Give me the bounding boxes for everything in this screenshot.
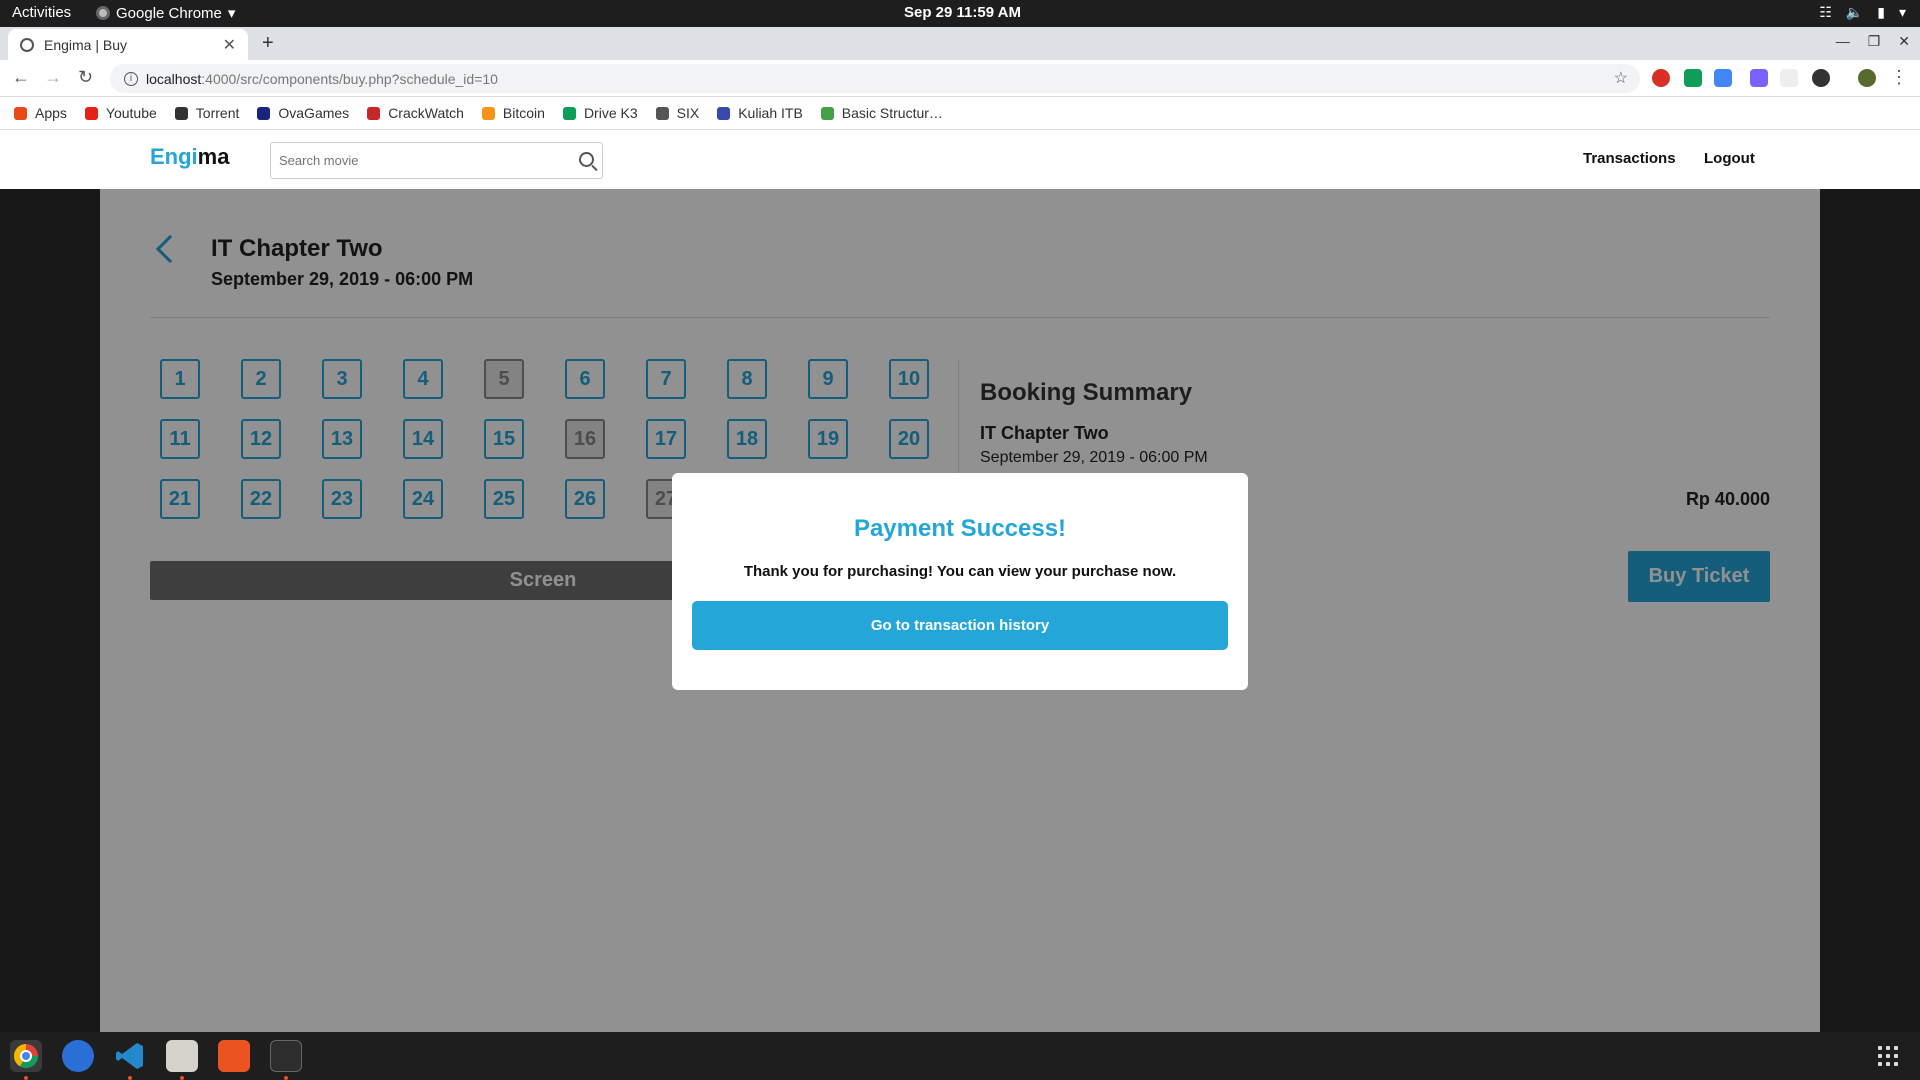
vscode-dock-icon[interactable] (114, 1040, 146, 1072)
chrome-icon (96, 6, 110, 20)
blank-extension-icon[interactable] (1780, 69, 1798, 87)
browser-tab[interactable]: Engima | Buy ✕ (8, 29, 248, 60)
bookmark-star-icon[interactable]: ☆ (1614, 68, 1628, 88)
chevron-down-icon: ▾ (1898, 4, 1906, 20)
bookmark-label: Bitcoin (502, 105, 545, 121)
adblock-extension-icon[interactable] (1652, 69, 1670, 87)
restore-icon[interactable]: ❐ (1868, 33, 1881, 50)
bookmark-label: OvaGames (278, 105, 350, 121)
browser-toolbar: ← → ↻ i localhost:4000/src/components/bu… (0, 60, 1920, 97)
bitcoin-icon (481, 106, 495, 120)
search-input[interactable] (271, 143, 561, 178)
bookmark-bitcoin[interactable]: Bitcoin (481, 105, 545, 121)
ovagames-icon (257, 106, 271, 120)
address-bar[interactable]: i localhost:4000/src/components/buy.php?… (110, 64, 1640, 93)
files-dock-icon[interactable] (166, 1040, 198, 1072)
volume-icon: 🔈 (1845, 4, 1864, 20)
minimize-icon[interactable]: — (1836, 33, 1850, 50)
system-clock[interactable]: Sep 29 11:59 AM (904, 4, 1021, 21)
bookmark-label: Drive K3 (583, 105, 638, 121)
chevron-down-icon: ▾ (227, 5, 236, 22)
bookmark-label: Apps (35, 105, 67, 121)
back-arrow-icon[interactable]: ← (12, 67, 30, 88)
bookmark-crackwatch[interactable]: CrackWatch (367, 105, 464, 121)
apps-grid-icon (14, 106, 27, 120)
browser-tab-strip: Engima | Buy ✕ + — ❐ ✕ (0, 27, 1920, 60)
menu-kebab-icon[interactable]: ⋮ (1890, 67, 1908, 88)
running-indicator (180, 1076, 184, 1080)
bookmark-youtube[interactable]: Youtube (84, 105, 157, 121)
show-applications-icon[interactable] (1878, 1046, 1898, 1066)
bookmark-label: Kuliah ITB (738, 105, 803, 121)
google-drive-icon (562, 106, 576, 120)
bookmark-label: Youtube (105, 105, 157, 121)
dock (0, 1032, 1920, 1080)
bookmark-label: Torrent (195, 105, 240, 121)
running-indicator (284, 1076, 288, 1080)
youtube-icon (84, 106, 98, 120)
nav-transactions[interactable]: Transactions (1583, 150, 1676, 167)
system-top-bar: Activities Google Chrome ▾ Sep 29 11:59 … (0, 0, 1920, 27)
search-icon[interactable] (579, 152, 594, 167)
bookmark-label: SIX (676, 105, 700, 121)
close-window-icon[interactable]: ✕ (1898, 33, 1910, 50)
window-controls: — ❐ ✕ (1836, 33, 1910, 50)
calendar-extension-icon[interactable] (1684, 69, 1702, 87)
search-box (270, 142, 603, 179)
bookmark-six[interactable]: SIX (655, 105, 700, 121)
logo-part-2: ma (197, 144, 230, 169)
tab-title: Engima | Buy (44, 36, 128, 53)
sync-extension-icon[interactable] (1812, 69, 1830, 87)
six-icon (655, 106, 669, 120)
site-logo[interactable]: Engima (150, 144, 229, 170)
pen-extension-icon[interactable] (1750, 69, 1768, 87)
bookmark-apps[interactable]: Apps (14, 105, 67, 121)
bookmark-basic-structure[interactable]: Basic Structur… (820, 105, 943, 121)
profile-avatar[interactable] (1858, 69, 1876, 87)
itb-icon (717, 106, 731, 120)
transaction-history-button[interactable]: Go to transaction history (692, 601, 1228, 650)
software-center-dock-icon[interactable] (218, 1040, 250, 1072)
bookmark-label: Basic Structur… (841, 105, 943, 121)
app-menu-label: Google Chrome (116, 4, 222, 22)
nav-logout[interactable]: Logout (1704, 150, 1755, 167)
app-menu[interactable]: Google Chrome ▾ (96, 4, 235, 22)
info-icon[interactable]: i (124, 71, 138, 86)
close-tab-icon[interactable]: ✕ (223, 35, 236, 55)
payment-success-modal: Payment Success! Thank you for purchasin… (672, 473, 1248, 690)
basic-structure-icon (820, 106, 834, 120)
logo-part-1: Engi (150, 144, 198, 169)
torrent-icon (174, 106, 188, 120)
bookmark-kuliah-itb[interactable]: Kuliah ITB (717, 105, 803, 121)
bookmark-torrent[interactable]: Torrent (174, 105, 240, 121)
forward-arrow-icon[interactable]: → (44, 67, 62, 88)
site-header: Engima Transactions Logout (0, 130, 1920, 189)
terminal-dock-icon[interactable] (270, 1040, 302, 1072)
system-tray[interactable]: ☷ 🔈 ▮ ▾ (1819, 4, 1906, 21)
bookmark-drive[interactable]: Drive K3 (562, 105, 638, 121)
crackwatch-icon (367, 106, 381, 120)
chrome-dock-icon[interactable] (10, 1040, 42, 1072)
activities-button[interactable]: Activities (12, 4, 71, 21)
url-host: localhost (146, 70, 202, 87)
bookmarks-bar: Apps Youtube Torrent OvaGames CrackWatch… (0, 97, 1920, 130)
window-extension-icon[interactable] (1714, 69, 1732, 87)
wifi-icon: ☷ (1819, 4, 1832, 20)
running-indicator (24, 1076, 28, 1080)
modal-title: Payment Success! (853, 515, 1067, 542)
battery-icon: ▮ (1877, 4, 1885, 20)
modal-message: Thank you for purchasing! You can view y… (743, 563, 1177, 580)
bookmark-label: CrackWatch (388, 105, 464, 121)
running-indicator (128, 1076, 132, 1080)
url-path: :4000/src/components/buy.php?schedule_id… (201, 70, 498, 87)
new-tab-button[interactable]: + (262, 32, 274, 55)
reload-icon[interactable]: ↻ (78, 67, 93, 88)
globe-icon (20, 37, 34, 52)
bookmark-ovagames[interactable]: OvaGames (257, 105, 349, 121)
thunderbird-dock-icon[interactable] (62, 1040, 94, 1072)
